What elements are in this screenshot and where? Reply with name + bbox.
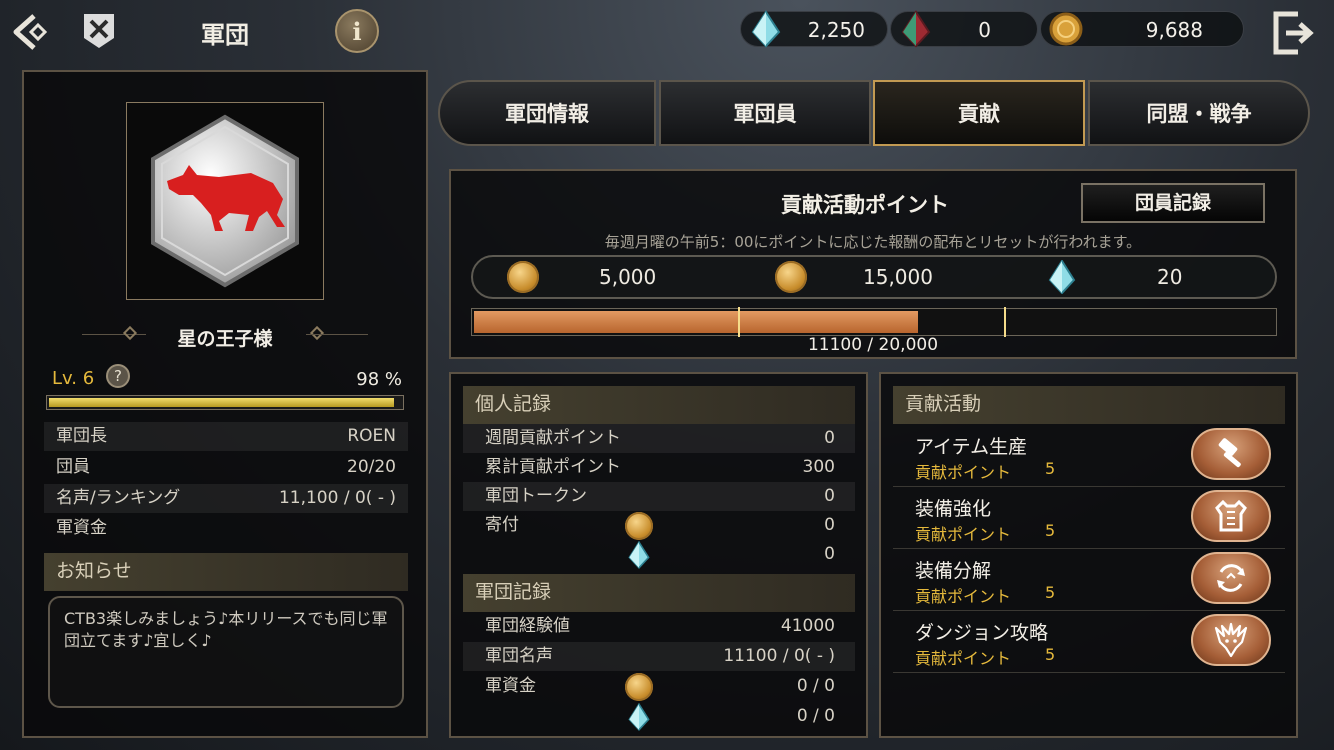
reward-tier-2: 15,000	[863, 265, 933, 289]
stat-row-leader: 軍団長 ROEN	[44, 422, 408, 451]
gold-medal-icon	[775, 261, 807, 293]
blue-crystal-count: 2,250	[807, 18, 865, 42]
record-row-donation-crystal: 0	[463, 540, 855, 569]
recycle-icon	[1217, 564, 1245, 592]
currency-red-crystal: 0	[890, 10, 1038, 48]
activity-item-enhance: 装備強化 貢献ポイント 5	[893, 486, 1285, 549]
exp-bar	[46, 395, 404, 410]
hammer-icon	[1218, 438, 1241, 468]
notice-text: CTB3楽しみましょう♪本リリースでも同じ軍団立てます♪宜しく♪	[64, 609, 388, 650]
tab-guild-info[interactable]: 軍団情報	[438, 80, 656, 146]
contribution-points-panel: 貢献活動ポイント 団員記録 毎週月曜の午前5：00にポイントに応じた報酬の配布と…	[449, 169, 1297, 359]
armor-icon	[1215, 499, 1247, 532]
reward-tier-3: 20	[1157, 265, 1183, 289]
contribution-progress-text: 11100 / 20,000	[807, 335, 939, 355]
guild-profile-panel: 星の王子様 Lv. 6 ? 98 % 軍団長 ROEN 団員 20/20 名声/…	[22, 70, 428, 738]
stat-row-fame: 名声/ランキング 11,100 / 0( - )	[44, 484, 408, 513]
gold-coin-icon	[1049, 12, 1083, 46]
stat-row-funds: 軍資金	[56, 518, 107, 538]
activity-production-button[interactable]	[1191, 428, 1271, 480]
guild-level: Lv. 6	[52, 368, 95, 389]
record-row-guild-funds-gold: 軍資金 0 / 0	[463, 672, 855, 701]
record-row-weekly: 週間貢献ポイント 0	[463, 424, 855, 453]
reset-note: 毎週月曜の午前5：00にポイントに応じた報酬の配布とリセットが行われます。	[604, 233, 1142, 251]
guild-record-header: 軍団記録	[463, 574, 855, 612]
guild-name: 星の王子様	[177, 328, 273, 350]
record-row-token: 軍団トークン 0	[463, 482, 855, 511]
activities-header: 貢献活動	[893, 386, 1285, 424]
activity-item-production: アイテム生産 貢献ポイント 5	[893, 424, 1285, 487]
guild-emblem-frame	[126, 102, 324, 300]
blue-crystal-icon	[1048, 260, 1076, 294]
contribution-progress-bar	[471, 307, 1277, 337]
red-crystal-count: 0	[978, 18, 991, 42]
blue-crystal-icon	[628, 541, 650, 569]
page-title: 軍団	[201, 21, 249, 49]
back-icon[interactable]	[8, 10, 52, 54]
tab-guild-members[interactable]: 軍団員	[659, 80, 871, 146]
contribution-activities-panel: 貢献活動 アイテム生産 貢献ポイント 5 装備強化 貢献ポイント 5 装備分解 …	[879, 372, 1298, 738]
tab-contribution[interactable]: 貢献	[873, 80, 1085, 146]
notice-box: CTB3楽しみましょう♪本リリースでも同じ軍団立てます♪宜しく♪	[48, 596, 404, 708]
contribution-progress-fill	[474, 311, 918, 333]
stat-row-members: 団員 20/20	[56, 457, 396, 477]
record-row-guild-exp: 軍団経験値 41000	[485, 616, 835, 636]
red-crystal-icon	[901, 10, 931, 48]
tab-alliance-war[interactable]: 同盟・戦争	[1088, 80, 1310, 146]
contribution-title: 貢献活動ポイント	[781, 193, 949, 217]
record-row-total: 累計貢献ポイント 300	[485, 457, 835, 477]
record-row-guild-fame: 軍団名声 11100 / 0( - )	[463, 642, 855, 671]
exp-percent: 98 %	[356, 369, 402, 390]
currency-blue-crystal: 2,250	[740, 10, 888, 48]
gold-medal-icon	[507, 261, 539, 293]
personal-record-header: 個人記録	[463, 386, 855, 424]
name-divider-right	[306, 334, 368, 335]
top-bar: 軍団 i 2,250 0 9,688	[0, 0, 1334, 66]
exit-icon[interactable]	[1272, 10, 1318, 56]
milestone-marker-1	[738, 307, 740, 337]
record-row-donation-gold: 寄付 0	[463, 511, 855, 540]
dragon-icon	[1214, 622, 1248, 658]
gold-count: 9,688	[1145, 18, 1203, 42]
currency-gold: 9,688	[1040, 11, 1244, 47]
reward-track: 5,000 15,000 20	[471, 255, 1277, 299]
milestone-marker-2	[1004, 307, 1006, 337]
activity-item-dismantle: 装備分解 貢献ポイント 5	[893, 548, 1285, 611]
info-button[interactable]: i	[335, 9, 379, 53]
gold-medal-icon	[625, 512, 653, 540]
activity-dismantle-button[interactable]	[1191, 552, 1271, 604]
activity-enhance-button[interactable]	[1191, 490, 1271, 542]
wolf-emblem-icon	[151, 114, 299, 288]
exp-bar-fill	[49, 398, 394, 407]
blue-crystal-icon	[751, 10, 781, 48]
records-panel: 個人記録 週間貢献ポイント 0 累計貢献ポイント 300 軍団トークン 0 寄付…	[449, 372, 868, 738]
members-record-button[interactable]: 団員記録	[1081, 183, 1265, 223]
activity-item-dungeon: ダンジョン攻略 貢献ポイント 5	[893, 610, 1285, 673]
reward-tier-1: 5,000	[599, 265, 657, 289]
gold-medal-icon	[625, 673, 653, 701]
record-row-guild-funds-crystal: 0 / 0	[463, 702, 855, 731]
notice-header: お知らせ	[44, 553, 408, 591]
guild-emblem-icon	[82, 12, 116, 50]
blue-crystal-icon	[628, 703, 650, 731]
level-help-button[interactable]: ?	[106, 364, 130, 388]
activity-dungeon-button[interactable]	[1191, 614, 1271, 666]
